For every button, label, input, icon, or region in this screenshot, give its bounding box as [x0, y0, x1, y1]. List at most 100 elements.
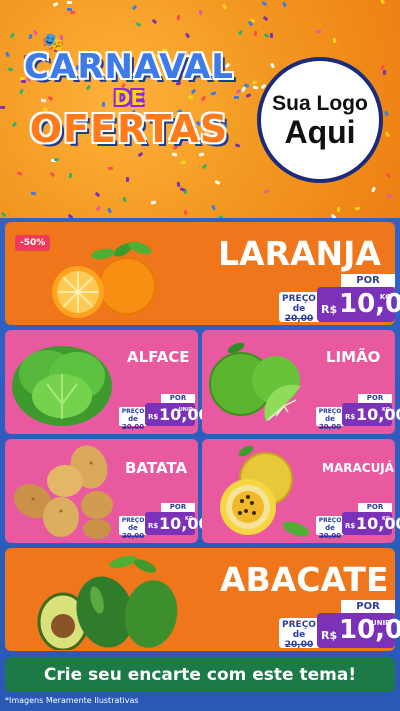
product-name: ALFACE	[127, 348, 190, 366]
price-tag: POR PREÇO de 20,00 R$ 10,00 KG	[279, 274, 400, 324]
preco-label: PREÇO	[121, 517, 145, 524]
current-price-box: R$ 10,00 KG	[342, 512, 400, 535]
unit-label: KG	[379, 293, 391, 301]
confetti-piece	[179, 187, 186, 192]
confetti-piece	[332, 37, 337, 44]
confetti-piece	[337, 206, 341, 212]
confetti-piece	[176, 15, 181, 21]
product-card-laranja[interactable]: -50% LARANJA POR PREÇO de 20,00 R$ 10,00…	[5, 222, 400, 325]
confetti-piece	[106, 207, 112, 213]
old-price: de 20,00	[121, 415, 145, 431]
logo-placeholder[interactable]: Sua Logo Aqui	[257, 57, 383, 183]
confetti-piece	[263, 188, 270, 194]
unit-label: UNID	[371, 619, 391, 627]
product-card-alface[interactable]: ALFACE POR PREÇO de 20,00 R$ 10,00 UNID	[5, 330, 210, 434]
unit-label: KG	[382, 516, 390, 522]
confetti-piece	[0, 106, 6, 110]
por-label: POR	[161, 503, 195, 512]
price-tag: POR PREÇO de 20,00 R$ 10,00 UNID	[119, 394, 210, 431]
current-price-box: R$ 10,00 KG	[145, 512, 210, 535]
preco-label: PREÇO	[318, 408, 342, 415]
current-price-box: R$ 10,00 UNID	[145, 403, 210, 426]
current-price-box: R$ 10,00 KG	[317, 287, 400, 322]
confetti-piece	[95, 205, 102, 212]
product-card-abacate[interactable]: ABACATE POR PREÇO de 20,00 R$ 10,00 UNID	[5, 548, 400, 651]
confetti-piece	[269, 63, 275, 69]
confetti-piece	[386, 193, 393, 199]
unit-label: UNID	[178, 407, 193, 413]
orange-fruit-icon	[52, 241, 156, 318]
confetti-piece	[214, 180, 221, 186]
currency-label: R$	[321, 303, 338, 316]
product-name: LIMÃO	[326, 348, 381, 366]
lettuce-icon	[12, 346, 112, 426]
confetti-piece	[253, 85, 259, 91]
preco-label: PREÇO	[282, 620, 316, 630]
product-name: BATATA	[125, 459, 188, 477]
avocado-icon	[37, 555, 178, 650]
currency-label: R$	[321, 629, 338, 642]
currency-label: R$	[148, 413, 159, 421]
cta-banner[interactable]: Crie seu encarte com este tema!	[5, 657, 395, 692]
old-price: de 20,00	[284, 630, 314, 650]
confetti-piece	[30, 191, 37, 196]
potato-icon	[13, 445, 113, 539]
product-card-batata[interactable]: BATATA POR PREÇO de 20,00 R$ 10,00 KG	[5, 439, 210, 543]
price-tag: POR PREÇO de 20,00 R$ 10,00 KG	[316, 503, 400, 540]
por-label: POR	[358, 503, 392, 512]
current-price-box: R$ 10,00 UNID	[317, 613, 400, 648]
confetti-piece	[383, 69, 387, 75]
price-tag: POR PREÇO de 20,00 R$ 10,00 UNID	[279, 600, 400, 650]
preco-label: PREÇO	[121, 408, 145, 415]
confetti-piece	[7, 67, 13, 71]
confetti-piece	[1, 211, 7, 218]
currency-label: R$	[345, 413, 356, 421]
confetti-piece	[53, 1, 59, 7]
confetti-piece	[384, 131, 390, 138]
confetti-piece	[131, 4, 138, 11]
por-label: POR	[341, 274, 395, 287]
confetti-piece	[28, 33, 33, 40]
confetti-piece	[198, 10, 202, 16]
logo-line-1: Sua Logo	[272, 92, 368, 115]
lime-icon	[209, 342, 301, 422]
confetti-piece	[5, 52, 11, 58]
confetti-piece	[150, 200, 157, 205]
header-banner: 🎭 CARNAVAL DE OFERTAS Sua Logo Aqui	[0, 0, 400, 218]
currency-label: R$	[148, 522, 159, 530]
confetti-piece	[135, 21, 142, 27]
preco-label: PREÇO	[282, 294, 316, 304]
currency-label: R$	[345, 522, 356, 530]
price-tag: POR PREÇO de 20,00 R$ 10,00 KG	[119, 503, 210, 540]
unit-label: KG	[185, 516, 193, 522]
old-price: de 20,00	[121, 524, 145, 540]
confetti-piece	[238, 29, 244, 36]
old-price-box: PREÇO de 20,00	[119, 407, 147, 431]
confetti-piece	[379, 0, 386, 5]
por-label: POR	[161, 394, 195, 403]
old-price: de 20,00	[284, 304, 314, 324]
confetti-piece	[221, 3, 227, 10]
product-card-maracuja[interactable]: MARACUJÁ POR PREÇO de 20,00 R$ 10,00 KG	[202, 439, 400, 543]
confetti-piece	[176, 181, 180, 188]
product-card-limao[interactable]: LIMÃO POR PREÇO de 20,00 R$ 10,00 KG	[202, 330, 400, 434]
confetti-piece	[70, 10, 76, 15]
price-tag: POR PREÇO de 20,00 R$ 10,00 KG	[316, 394, 400, 431]
title-carnaval-de-ofertas: CARNAVAL DE OFERTAS	[14, 50, 244, 180]
confetti-piece	[370, 186, 376, 192]
old-price-box: PREÇO de 20,00	[279, 292, 319, 324]
confetti-piece	[32, 29, 38, 36]
confetti-piece	[354, 206, 360, 211]
logo-line-2: Aqui	[284, 114, 356, 150]
old-price: de 20,00	[318, 524, 342, 540]
passion-fruit-icon	[220, 445, 310, 537]
confetti-piece	[95, 191, 101, 198]
confetti-piece	[9, 32, 15, 39]
confetti-piece	[151, 18, 158, 25]
old-price-box: PREÇO de 20,00	[279, 618, 319, 650]
confetti-piece	[384, 110, 389, 117]
preco-label: PREÇO	[318, 517, 342, 524]
confetti-piece	[386, 172, 392, 179]
por-label: POR	[358, 394, 392, 403]
title-line-3: OFERTAS	[29, 107, 229, 151]
